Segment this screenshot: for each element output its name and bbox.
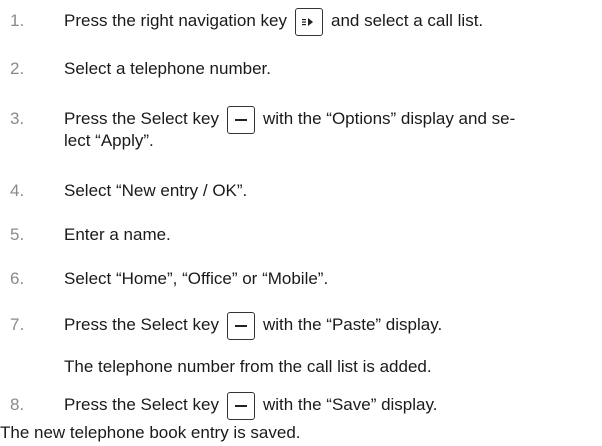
right-navigation-key-icon bbox=[295, 7, 324, 36]
step-text-before: Press the Select key bbox=[64, 315, 219, 334]
step-text: Press the Select key with the “Paste” dis… bbox=[64, 311, 584, 340]
step-number: 2. bbox=[10, 59, 25, 78]
result-text: The new telephone book entry is saved. bbox=[0, 423, 301, 442]
step-text: Press the right navigation key and select… bbox=[64, 7, 584, 36]
select-key-icon bbox=[226, 105, 255, 134]
step-number: 6. bbox=[10, 269, 25, 288]
step-number: 3. bbox=[10, 109, 25, 128]
step-text-before: Press the Select key bbox=[64, 109, 219, 128]
step-text-after: with the “Paste” display. bbox=[262, 315, 443, 334]
step-number: 5. bbox=[10, 225, 25, 244]
step-number: 7. bbox=[10, 315, 25, 334]
step-number: 4. bbox=[10, 181, 25, 200]
step-text: Select “Home”, “Office” or “Mobile”. bbox=[64, 269, 329, 288]
step-number: 8. bbox=[10, 395, 25, 414]
step-text: Select “New entry / OK”. bbox=[64, 181, 248, 200]
step-text: Press the Select key with the “Options” d… bbox=[64, 105, 584, 152]
step-text: Enter a name. bbox=[64, 225, 171, 244]
select-key-icon bbox=[226, 311, 255, 340]
step-text-after: with the “Options” display and se- bbox=[262, 109, 516, 128]
step-text-before: Press the right navigation key bbox=[64, 11, 288, 30]
step-text-before: Press the Select key bbox=[64, 395, 219, 414]
step-7-subtext: The telephone number from the call list … bbox=[64, 357, 432, 376]
select-key-icon bbox=[226, 391, 255, 420]
step-number: 1. bbox=[10, 11, 25, 30]
step-text-line2: lect “Apply”. bbox=[64, 131, 154, 150]
step-text: Press the Select key with the “Save” disp… bbox=[64, 391, 584, 420]
step-text-after: and select a call list. bbox=[331, 11, 484, 30]
step-text: Select a telephone number. bbox=[64, 59, 271, 78]
step-text-after: with the “Save” display. bbox=[262, 395, 438, 414]
